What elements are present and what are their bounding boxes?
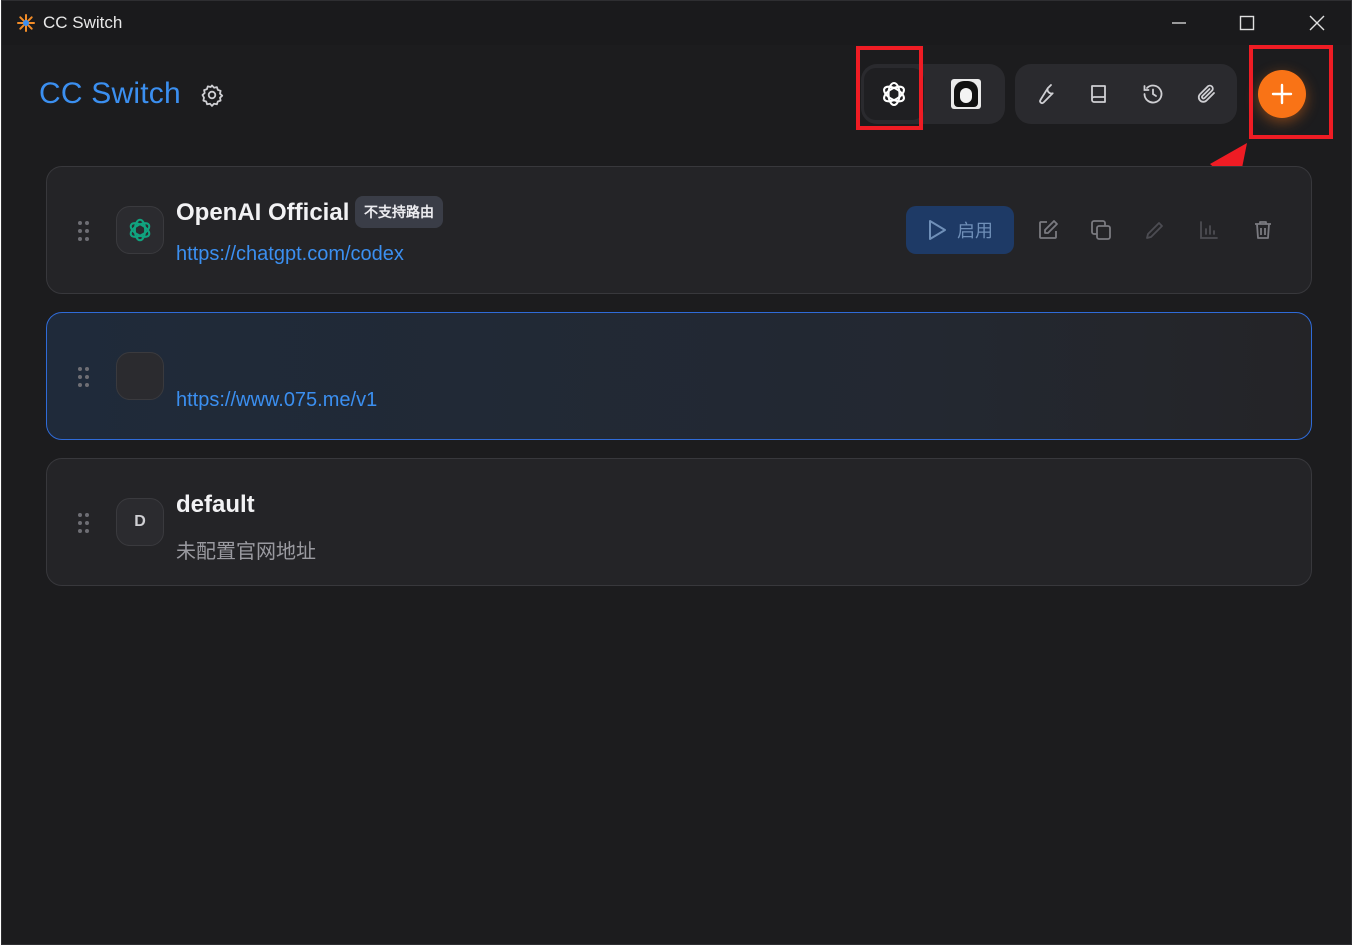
drag-handle-icon[interactable] <box>77 221 91 243</box>
brand-title: CC Switch <box>39 77 181 110</box>
provider-name: default <box>176 491 255 518</box>
delete-button[interactable] <box>1246 213 1280 247</box>
close-button[interactable] <box>1282 1 1352 45</box>
window-title: CC Switch <box>43 13 123 32</box>
pencil-icon <box>1146 222 1163 239</box>
duplicate-button[interactable] <box>1084 213 1118 247</box>
toolbar <box>1015 64 1237 124</box>
settings-button[interactable] <box>198 81 226 109</box>
provider-url[interactable]: https://www.075.me/v1 <box>176 389 377 412</box>
status-badge: 不支持路由 <box>355 196 443 228</box>
usage-button[interactable] <box>1192 213 1226 247</box>
provider-card[interactable]: OpenAI Official 不支持路由 https://chatgpt.co… <box>46 166 1312 294</box>
provider-icon <box>116 352 164 400</box>
drag-handle-icon[interactable] <box>77 367 91 389</box>
provider-card[interactable]: D default 未配置官网地址 <box>46 458 1312 586</box>
bar-chart-icon <box>1200 221 1218 239</box>
maximize-button[interactable] <box>1212 1 1282 45</box>
provider-icon: D <box>116 498 164 546</box>
enable-button[interactable]: 启用 <box>906 206 1014 254</box>
app-tab-gemini[interactable] <box>936 68 996 120</box>
play-icon <box>929 220 946 240</box>
minimize-button[interactable] <box>1144 1 1214 45</box>
history-button[interactable] <box>1131 72 1175 116</box>
attach-button[interactable] <box>1185 72 1229 116</box>
tools-button[interactable] <box>1023 72 1067 116</box>
highlight-box-app <box>856 46 923 130</box>
test-button[interactable] <box>1138 213 1172 247</box>
openai-icon <box>129 218 151 242</box>
app-window: CC Switch CC Switch OpenAI Official 不支持路… <box>1 0 1352 945</box>
maximize-icon <box>1239 15 1255 31</box>
docs-button[interactable] <box>1077 72 1121 116</box>
history-icon <box>1143 84 1163 104</box>
provider-name: OpenAI Official <box>176 199 350 226</box>
provider-url[interactable]: https://chatgpt.com/codex <box>176 243 404 266</box>
drag-handle-icon[interactable] <box>77 513 91 535</box>
provider-url: 未配置官网地址 <box>176 541 316 563</box>
provider-card-active[interactable]: https://www.075.me/v1 <box>46 312 1312 440</box>
close-icon <box>1309 15 1325 31</box>
edit-icon <box>1039 220 1058 239</box>
trash-icon <box>1255 221 1271 239</box>
app-logo-icon <box>17 14 35 32</box>
highlight-box-add <box>1249 45 1333 139</box>
avatar-icon <box>951 79 981 109</box>
copy-icon <box>1091 220 1111 240</box>
provider-icon <box>116 206 164 254</box>
gear-icon <box>201 84 224 107</box>
paperclip-icon <box>1197 84 1215 103</box>
edit-button[interactable] <box>1031 213 1065 247</box>
minimize-icon <box>1172 22 1186 24</box>
enable-label: 启用 <box>957 221 993 241</box>
wrench-icon <box>1039 84 1054 104</box>
title-bar: CC Switch <box>2 1 1351 45</box>
book-icon <box>1091 85 1106 103</box>
